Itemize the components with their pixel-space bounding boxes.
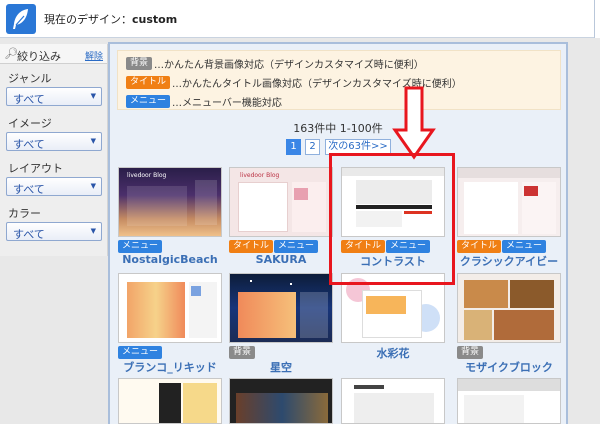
result-count: 163件中 1-100件 xyxy=(293,122,383,135)
image-select[interactable]: すべて ▼ xyxy=(6,132,102,151)
current-design-label: 現在のデザイン： xyxy=(44,13,132,26)
design-thumbnail[interactable] xyxy=(341,378,445,424)
design-thumbnail[interactable]: livedoor Blog xyxy=(229,167,333,237)
layout-select[interactable]: すべて ▼ xyxy=(6,177,102,196)
layout-select-value: すべて xyxy=(13,183,45,196)
genre-select-value: すべて xyxy=(13,93,45,106)
design-thumbnail[interactable] xyxy=(457,273,561,343)
badge-background: 背景 xyxy=(229,345,256,359)
design-name[interactable]: 水彩花 xyxy=(341,345,445,361)
badge-menu: メニュー xyxy=(118,239,163,253)
design-name[interactable]: モザイクブロック xyxy=(457,359,561,375)
badge-group: タイトル メニュー xyxy=(229,239,319,253)
legend-row: メニュー …メニューバー機能対応 xyxy=(126,94,282,109)
design-name[interactable]: ブランコ_リキッド xyxy=(118,359,222,375)
badge-menu: メニュー xyxy=(118,345,163,359)
badge-title: タイトル xyxy=(229,239,274,253)
clear-filter-link[interactable]: 解除 xyxy=(85,49,103,62)
page-1-button[interactable]: 1 xyxy=(286,139,301,155)
current-design: 現在のデザイン：custom xyxy=(44,11,177,27)
design-thumbnail[interactable] xyxy=(457,167,561,237)
badge-title: タイトル xyxy=(457,239,502,253)
filter-sidebar: 🔎︎ 絞り込み 解除 ジャンル すべて ▼ イメージ すべて ▼ レイアウト す… xyxy=(0,44,108,256)
legend-text: …かんたん背景画像対応（デザインカスタマイズ時に便利） xyxy=(154,60,424,71)
design-name[interactable]: クラシックアイビー xyxy=(457,253,561,269)
right-edge xyxy=(594,0,600,38)
design-thumbnail[interactable]: livedoor Blog xyxy=(118,167,222,237)
color-select[interactable]: すべて ▼ xyxy=(6,222,102,241)
design-thumbnail[interactable] xyxy=(229,273,333,343)
filter-header: 🔎︎ 絞り込み 解除 xyxy=(0,44,107,64)
filter-title: 絞り込み xyxy=(17,50,61,63)
legend-row: 背景 …かんたん背景画像対応（デザインカスタマイズ時に便利） xyxy=(126,56,424,71)
filter-label-image: イメージ xyxy=(8,117,52,130)
chevron-down-icon: ▼ xyxy=(90,137,96,145)
badge-legend: 背景 …かんたん背景画像対応（デザインカスタマイズ時に便利） タイトル …かんたんタ… xyxy=(117,50,561,110)
badge-group: タイトル メニュー xyxy=(457,239,547,253)
chevron-down-icon: ▼ xyxy=(90,227,96,235)
genre-select[interactable]: すべて ▼ xyxy=(6,87,102,106)
badge-title: タイトル xyxy=(126,76,171,89)
badge-background: 背景 xyxy=(457,345,484,359)
design-name[interactable]: 星空 xyxy=(229,359,333,375)
page-2-button[interactable]: 2 xyxy=(305,139,320,155)
top-bar: 現在のデザイン：custom xyxy=(0,0,594,38)
design-name[interactable]: SAKURA xyxy=(229,253,333,266)
badge-menu: メニュー xyxy=(274,239,319,253)
filter-label-genre: ジャンル xyxy=(8,72,52,85)
chevron-down-icon: ▼ xyxy=(90,92,96,100)
badge-group: メニュー xyxy=(118,239,163,253)
badge-background: 背景 xyxy=(126,57,153,70)
badge-menu: メニュー xyxy=(502,239,547,253)
current-design-value: custom xyxy=(132,13,178,26)
badge-group: 背景 xyxy=(229,345,256,359)
design-name[interactable]: NostalgicBeach xyxy=(118,253,222,266)
legend-text: …メニューバー機能対応 xyxy=(172,98,282,109)
magnifier-icon: 🔎︎ xyxy=(4,47,18,60)
image-select-value: すべて xyxy=(13,138,45,151)
design-thumbnail[interactable] xyxy=(118,378,222,424)
highlight-box xyxy=(329,153,455,285)
design-thumbnail[interactable] xyxy=(229,378,333,424)
arrow-down-icon xyxy=(392,86,436,163)
filter-label-color: カラー xyxy=(8,207,41,220)
filter-label-layout: レイアウト xyxy=(8,162,63,175)
badge-group: メニュー xyxy=(118,345,163,359)
design-thumbnail[interactable] xyxy=(118,273,222,343)
badge-group: 背景 xyxy=(457,345,484,359)
color-select-value: すべて xyxy=(13,228,45,241)
badge-menu: メニュー xyxy=(126,95,171,108)
chevron-down-icon: ▼ xyxy=(90,182,96,190)
feather-icon xyxy=(6,4,36,34)
design-thumbnail[interactable] xyxy=(457,378,561,424)
